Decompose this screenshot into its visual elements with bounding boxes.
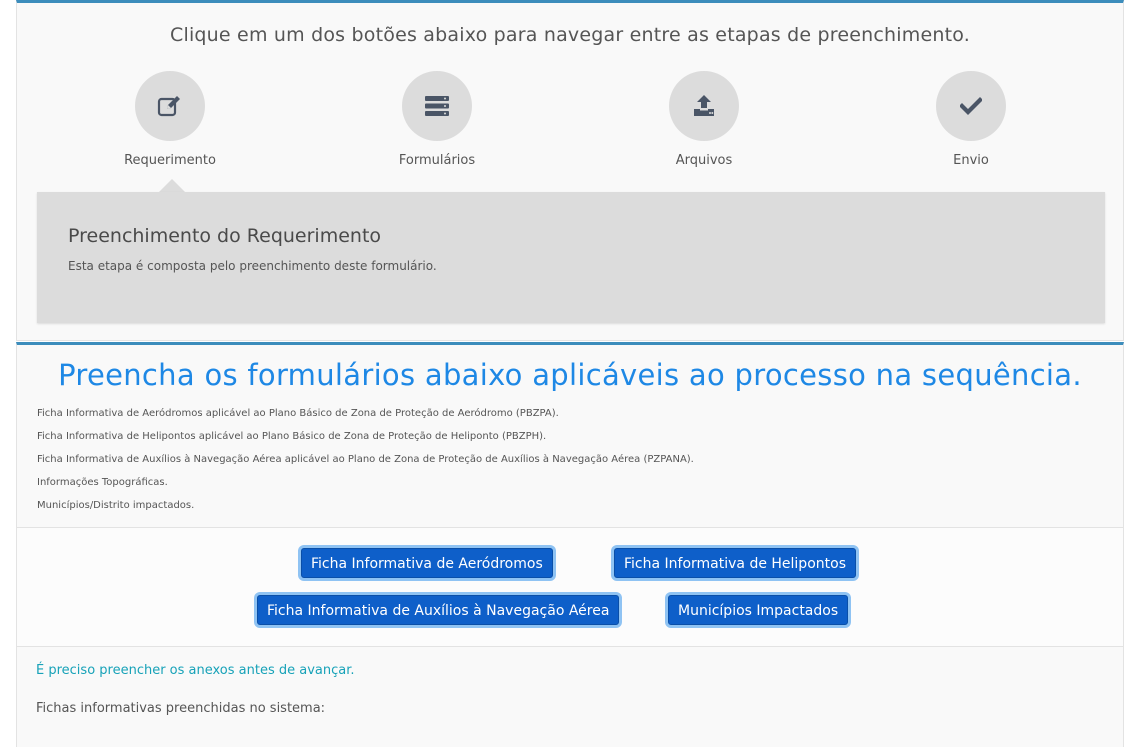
step-formularios-circle[interactable]: [402, 71, 472, 141]
ficha-auxilios-button[interactable]: Ficha Informativa de Auxílios à Navegaçã…: [257, 595, 620, 625]
step-label: Requerimento: [124, 153, 216, 168]
divider: [17, 646, 1123, 647]
steps-instruction: Clique em um dos botões abaixo para nave…: [170, 24, 970, 46]
ficha-aerodromos-button[interactable]: Ficha Informativa de Aeródromos: [301, 548, 553, 578]
forms-panel: Preencha os formulários abaixo aplicávei…: [16, 342, 1124, 747]
ficha-helipontos-button[interactable]: Ficha Informativa de Helipontos: [614, 548, 856, 578]
check-icon: [960, 97, 982, 115]
list-item: Municípios/Distrito impactados.: [37, 500, 195, 511]
step-formularios[interactable]: Formulários: [357, 71, 517, 168]
municipios-impactados-button[interactable]: Municípios Impactados: [668, 595, 849, 625]
annex-warning: É preciso preencher os anexos antes de a…: [36, 663, 355, 678]
step-info-description: Esta etapa é composta pelo preenchimento…: [68, 259, 437, 273]
step-label: Formulários: [398, 153, 476, 168]
step-envio[interactable]: Envio: [891, 71, 1051, 168]
server-icon: [425, 96, 449, 116]
forms-title: Preencha os formulários abaixo aplicávei…: [58, 358, 1082, 392]
list-item: Informações Topográficas.: [37, 477, 168, 488]
step-requerimento-circle[interactable]: [135, 71, 205, 141]
edit-icon: [157, 96, 180, 117]
step-info-title: Preenchimento do Requerimento: [68, 225, 382, 247]
step-label: Envio: [953, 153, 989, 168]
upload-icon: [694, 95, 714, 116]
step-arquivos-circle[interactable]: [669, 71, 739, 141]
forms-description-list: Ficha Informativa de Aeródromos aplicáve…: [37, 407, 694, 522]
step-info-box: Preenchimento do Requerimento Esta etapa…: [37, 192, 1105, 323]
steps-panel: Clique em um dos botões abaixo para nave…: [16, 0, 1124, 341]
step-label: Arquivos: [675, 153, 733, 168]
fichas-preenchidas-label: Fichas informativas preenchidas no siste…: [36, 701, 326, 716]
list-item: Ficha Informativa de Auxílios à Navegaçã…: [37, 454, 694, 465]
active-step-pointer: [158, 179, 186, 193]
list-item: Ficha Informativa de Aeródromos aplicáve…: [37, 408, 559, 419]
step-envio-circle[interactable]: [936, 71, 1006, 141]
step-requerimento[interactable]: Requerimento: [90, 71, 250, 168]
list-item: Ficha Informativa de Helipontos aplicáve…: [37, 431, 547, 442]
form-buttons-area: Ficha Informativa de Aeródromos Ficha In…: [17, 528, 1123, 646]
step-arquivos[interactable]: Arquivos: [624, 71, 784, 168]
